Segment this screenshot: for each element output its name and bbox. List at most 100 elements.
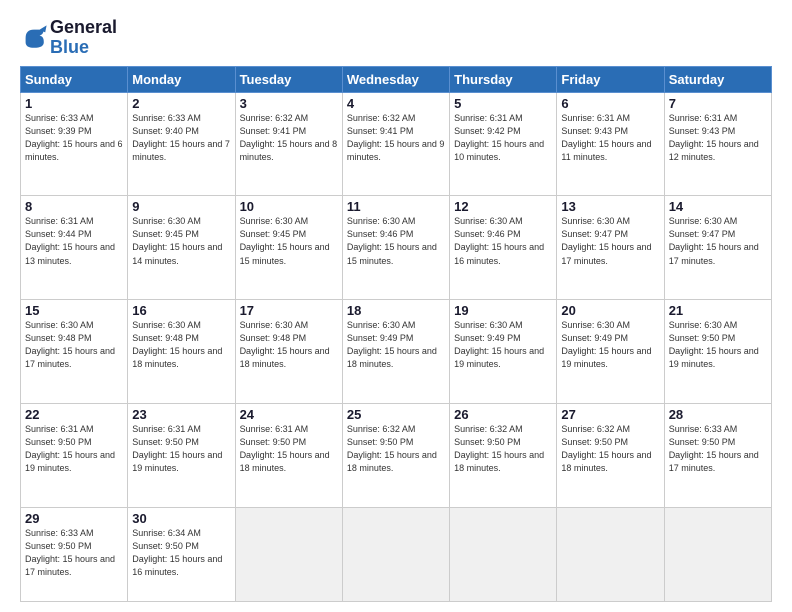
day-info: Sunrise: 6:32 AMSunset: 9:41 PMDaylight:… [347,112,445,164]
day-info: Sunrise: 6:32 AMSunset: 9:50 PMDaylight:… [347,423,445,475]
calendar-cell: 25Sunrise: 6:32 AMSunset: 9:50 PMDayligh… [342,403,449,507]
day-info: Sunrise: 6:31 AMSunset: 9:43 PMDaylight:… [561,112,659,164]
day-info: Sunrise: 6:30 AMSunset: 9:48 PMDaylight:… [240,319,338,371]
day-info: Sunrise: 6:30 AMSunset: 9:46 PMDaylight:… [347,215,445,267]
calendar-cell: 30Sunrise: 6:34 AMSunset: 9:50 PMDayligh… [128,507,235,601]
day-number: 21 [669,303,767,318]
day-number: 15 [25,303,123,318]
day-info: Sunrise: 6:33 AMSunset: 9:39 PMDaylight:… [25,112,123,164]
day-info: Sunrise: 6:33 AMSunset: 9:40 PMDaylight:… [132,112,230,164]
day-info: Sunrise: 6:32 AMSunset: 9:50 PMDaylight:… [561,423,659,475]
day-info: Sunrise: 6:30 AMSunset: 9:47 PMDaylight:… [669,215,767,267]
day-info: Sunrise: 6:30 AMSunset: 9:49 PMDaylight:… [454,319,552,371]
col-header-tuesday: Tuesday [235,66,342,92]
calendar-table: SundayMondayTuesdayWednesdayThursdayFrid… [20,66,772,602]
day-info: Sunrise: 6:32 AMSunset: 9:50 PMDaylight:… [454,423,552,475]
calendar-cell: 8Sunrise: 6:31 AMSunset: 9:44 PMDaylight… [21,196,128,300]
day-number: 12 [454,199,552,214]
day-info: Sunrise: 6:30 AMSunset: 9:46 PMDaylight:… [454,215,552,267]
calendar-cell: 11Sunrise: 6:30 AMSunset: 9:46 PMDayligh… [342,196,449,300]
calendar-cell [557,507,664,601]
calendar-cell: 5Sunrise: 6:31 AMSunset: 9:42 PMDaylight… [450,92,557,196]
col-header-monday: Monday [128,66,235,92]
calendar-cell: 24Sunrise: 6:31 AMSunset: 9:50 PMDayligh… [235,403,342,507]
day-info: Sunrise: 6:30 AMSunset: 9:45 PMDaylight:… [240,215,338,267]
day-number: 4 [347,96,445,111]
calendar-cell: 20Sunrise: 6:30 AMSunset: 9:49 PMDayligh… [557,300,664,404]
day-number: 10 [240,199,338,214]
header: GeneralBlue [20,18,772,58]
day-number: 5 [454,96,552,111]
calendar-cell: 4Sunrise: 6:32 AMSunset: 9:41 PMDaylight… [342,92,449,196]
calendar-cell: 1Sunrise: 6:33 AMSunset: 9:39 PMDaylight… [21,92,128,196]
day-info: Sunrise: 6:30 AMSunset: 9:47 PMDaylight:… [561,215,659,267]
page: GeneralBlue SundayMondayTuesdayWednesday… [0,0,792,612]
logo-icon [20,24,48,52]
day-number: 1 [25,96,123,111]
calendar-cell: 29Sunrise: 6:33 AMSunset: 9:50 PMDayligh… [21,507,128,601]
day-number: 6 [561,96,659,111]
logo: GeneralBlue [20,18,117,58]
col-header-friday: Friday [557,66,664,92]
day-info: Sunrise: 6:30 AMSunset: 9:50 PMDaylight:… [669,319,767,371]
calendar-cell: 10Sunrise: 6:30 AMSunset: 9:45 PMDayligh… [235,196,342,300]
day-info: Sunrise: 6:30 AMSunset: 9:48 PMDaylight:… [25,319,123,371]
calendar-cell: 7Sunrise: 6:31 AMSunset: 9:43 PMDaylight… [664,92,771,196]
calendar-cell: 6Sunrise: 6:31 AMSunset: 9:43 PMDaylight… [557,92,664,196]
day-info: Sunrise: 6:31 AMSunset: 9:44 PMDaylight:… [25,215,123,267]
day-info: Sunrise: 6:31 AMSunset: 9:43 PMDaylight:… [669,112,767,164]
logo-text: GeneralBlue [50,18,117,58]
day-number: 11 [347,199,445,214]
col-header-saturday: Saturday [664,66,771,92]
day-number: 25 [347,407,445,422]
day-info: Sunrise: 6:34 AMSunset: 9:50 PMDaylight:… [132,527,230,579]
day-info: Sunrise: 6:31 AMSunset: 9:42 PMDaylight:… [454,112,552,164]
day-number: 26 [454,407,552,422]
day-info: Sunrise: 6:32 AMSunset: 9:41 PMDaylight:… [240,112,338,164]
calendar-cell: 14Sunrise: 6:30 AMSunset: 9:47 PMDayligh… [664,196,771,300]
day-number: 28 [669,407,767,422]
calendar-cell: 23Sunrise: 6:31 AMSunset: 9:50 PMDayligh… [128,403,235,507]
day-number: 8 [25,199,123,214]
calendar-cell: 28Sunrise: 6:33 AMSunset: 9:50 PMDayligh… [664,403,771,507]
calendar-cell [664,507,771,601]
calendar-cell [235,507,342,601]
day-info: Sunrise: 6:31 AMSunset: 9:50 PMDaylight:… [240,423,338,475]
day-number: 27 [561,407,659,422]
calendar-cell: 18Sunrise: 6:30 AMSunset: 9:49 PMDayligh… [342,300,449,404]
day-number: 17 [240,303,338,318]
calendar-cell: 12Sunrise: 6:30 AMSunset: 9:46 PMDayligh… [450,196,557,300]
day-number: 18 [347,303,445,318]
col-header-thursday: Thursday [450,66,557,92]
day-info: Sunrise: 6:31 AMSunset: 9:50 PMDaylight:… [132,423,230,475]
calendar-cell [450,507,557,601]
calendar-cell: 17Sunrise: 6:30 AMSunset: 9:48 PMDayligh… [235,300,342,404]
day-number: 29 [25,511,123,526]
calendar-cell: 13Sunrise: 6:30 AMSunset: 9:47 PMDayligh… [557,196,664,300]
calendar-cell: 2Sunrise: 6:33 AMSunset: 9:40 PMDaylight… [128,92,235,196]
day-info: Sunrise: 6:31 AMSunset: 9:50 PMDaylight:… [25,423,123,475]
calendar-cell: 27Sunrise: 6:32 AMSunset: 9:50 PMDayligh… [557,403,664,507]
day-number: 19 [454,303,552,318]
day-number: 16 [132,303,230,318]
day-number: 9 [132,199,230,214]
day-number: 24 [240,407,338,422]
calendar-cell: 26Sunrise: 6:32 AMSunset: 9:50 PMDayligh… [450,403,557,507]
calendar-cell [342,507,449,601]
calendar-cell: 21Sunrise: 6:30 AMSunset: 9:50 PMDayligh… [664,300,771,404]
calendar-cell: 3Sunrise: 6:32 AMSunset: 9:41 PMDaylight… [235,92,342,196]
day-number: 3 [240,96,338,111]
day-info: Sunrise: 6:30 AMSunset: 9:45 PMDaylight:… [132,215,230,267]
day-info: Sunrise: 6:33 AMSunset: 9:50 PMDaylight:… [669,423,767,475]
calendar-cell: 16Sunrise: 6:30 AMSunset: 9:48 PMDayligh… [128,300,235,404]
day-number: 23 [132,407,230,422]
day-number: 14 [669,199,767,214]
calendar-cell: 22Sunrise: 6:31 AMSunset: 9:50 PMDayligh… [21,403,128,507]
day-number: 2 [132,96,230,111]
day-number: 13 [561,199,659,214]
day-info: Sunrise: 6:30 AMSunset: 9:49 PMDaylight:… [347,319,445,371]
col-header-wednesday: Wednesday [342,66,449,92]
day-info: Sunrise: 6:30 AMSunset: 9:49 PMDaylight:… [561,319,659,371]
day-number: 20 [561,303,659,318]
day-number: 30 [132,511,230,526]
